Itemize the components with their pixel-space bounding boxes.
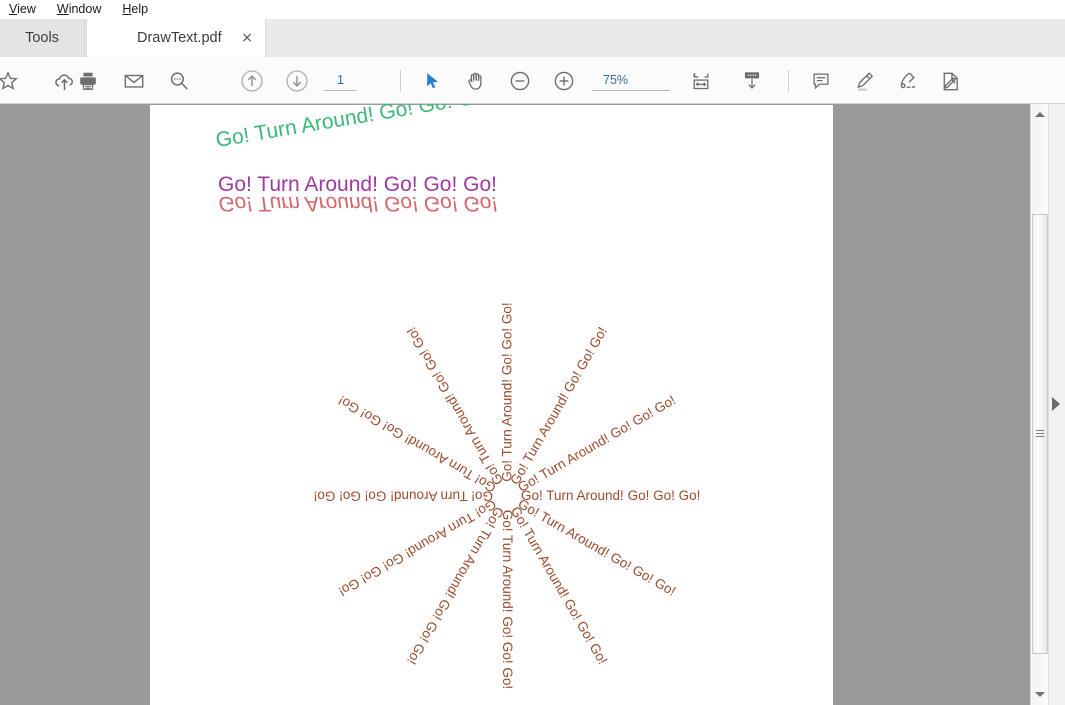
hand-tool-icon[interactable]: [460, 65, 492, 97]
tab-tools-label: Tools: [25, 30, 59, 46]
zoom-in-icon[interactable]: [548, 65, 580, 97]
header-line-green: Go! Turn Around! Go! Go! Go!: [214, 104, 493, 153]
panel-expander-icon[interactable]: [1050, 396, 1062, 412]
menu-item-window-rest: indow: [69, 2, 102, 16]
search-icon[interactable]: [163, 65, 195, 97]
zoom-level-input[interactable]: 75%: [592, 69, 670, 91]
menu-bar: View Window Help: [0, 0, 1065, 19]
pdf-page: Go! Turn Around! Go! Go! Go! Go! Turn Ar…: [150, 105, 833, 705]
radial-text-ray: Go! Turn Around! Go! Go! Go!: [314, 489, 507, 503]
tab-tools[interactable]: Tools: [0, 19, 85, 57]
star-bookmark-icon[interactable]: [0, 65, 24, 97]
radial-text-ray: Go! Turn Around! Go! Go! Go!: [500, 496, 514, 689]
menu-item-help[interactable]: Help: [122, 0, 159, 19]
scroll-down-icon[interactable]: [1031, 686, 1048, 703]
toolbar: 1 / 1: [0, 57, 1065, 104]
header-line-red-flipped: Go! Turn Around! Go! Go! Go!: [217, 191, 499, 215]
page-number-input[interactable]: 1: [324, 69, 357, 91]
select-tool-icon[interactable]: [417, 65, 449, 97]
toolbar-separator-2: [788, 70, 789, 92]
vertical-scrollbar[interactable]: [1030, 104, 1048, 705]
email-icon[interactable]: [118, 65, 150, 97]
radial-text-ray: Go! Turn Around! Go! Go! Go!: [500, 302, 514, 495]
menu-item-view-rest: iew: [17, 2, 36, 16]
previous-page-icon[interactable]: [236, 65, 268, 97]
close-icon[interactable]: ×: [241, 31, 253, 45]
scroll-up-icon[interactable]: [1031, 106, 1048, 123]
print-icon[interactable]: [72, 65, 104, 97]
comment-icon[interactable]: [805, 65, 837, 97]
highlight-icon[interactable]: [848, 65, 880, 97]
document-viewer[interactable]: Go! Turn Around! Go! Go! Go! Go! Turn Ar…: [0, 104, 1030, 705]
next-page-icon[interactable]: [281, 65, 313, 97]
menu-item-view[interactable]: View: [9, 0, 47, 19]
tab-strip-empty-area: [267, 19, 1065, 57]
sign-icon[interactable]: [891, 65, 923, 97]
scroll-mode-icon[interactable]: [736, 65, 768, 97]
tab-strip: Tools DrawText.pdf ×: [0, 19, 1065, 57]
menu-item-help-rest: elp: [131, 2, 148, 16]
menu-item-window[interactable]: Window: [57, 0, 112, 19]
tab-document-label: DrawText.pdf: [137, 30, 222, 46]
scrollbar-grip-icon: [1036, 430, 1044, 438]
fit-page-icon[interactable]: [685, 65, 717, 97]
fill-and-sign-icon[interactable]: [934, 65, 966, 97]
toolbar-separator-1: [400, 70, 401, 92]
radial-text-ray: Go! Turn Around! Go! Go! Go!: [507, 489, 700, 503]
pdf-viewer-window: View Window Help Tools DrawText.pdf ×: [0, 0, 1065, 705]
zoom-out-icon[interactable]: [504, 65, 536, 97]
scrollbar-thumb[interactable]: [1032, 214, 1048, 654]
tab-document[interactable]: DrawText.pdf ×: [86, 19, 266, 57]
